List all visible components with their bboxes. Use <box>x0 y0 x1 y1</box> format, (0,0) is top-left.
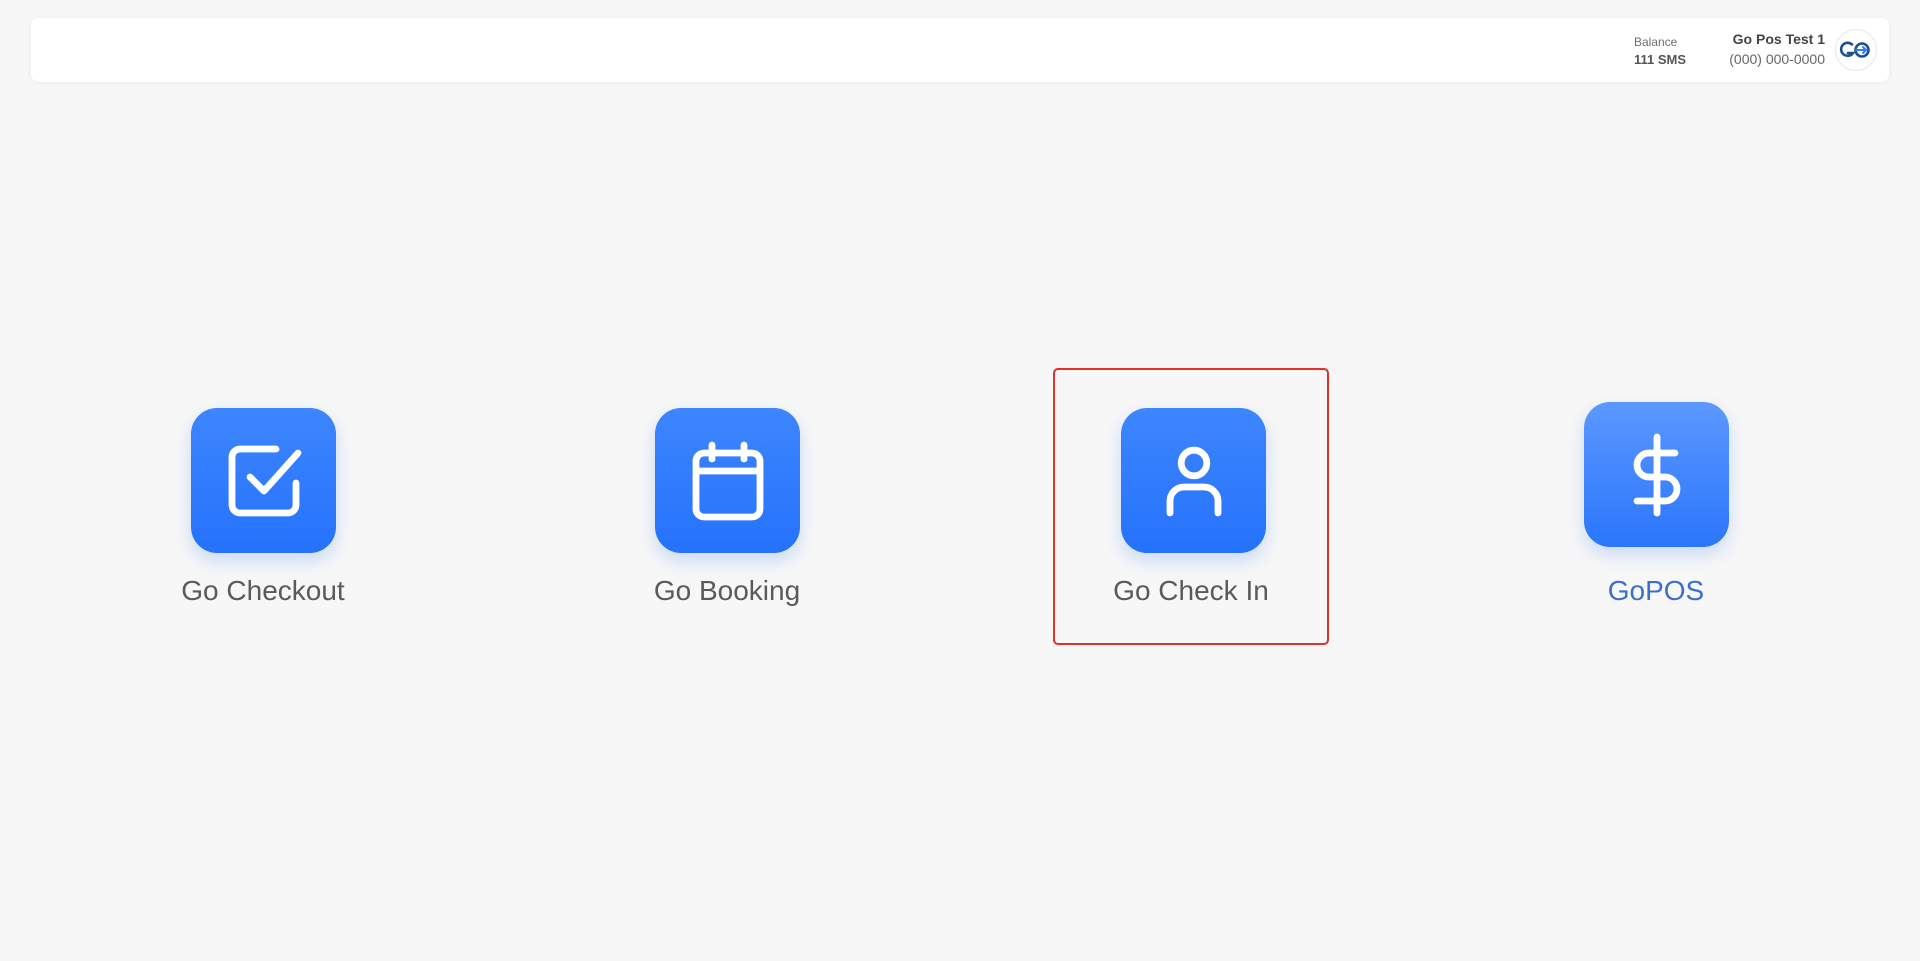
go-logo-icon <box>1839 41 1870 58</box>
gopos-icon-button[interactable] <box>1584 402 1729 547</box>
sms-balance: Balance 111 SMS <box>1634 33 1686 69</box>
go-booking-tile[interactable]: Go Booking <box>587 372 867 652</box>
go-checkout-label[interactable]: Go Checkout <box>123 575 403 607</box>
go-check-in-label[interactable]: Go Check In <box>1055 575 1327 607</box>
user-icon <box>1166 446 1221 516</box>
gopos-tile[interactable]: GoPOS <box>1516 372 1796 652</box>
go-check-in-tile[interactable]: Go Check In <box>1053 368 1329 645</box>
avatar[interactable] <box>1835 29 1877 71</box>
go-check-in-icon-button[interactable] <box>1121 408 1266 553</box>
balance-label: Balance <box>1633 35 1678 49</box>
gopos-label[interactable]: GoPOS <box>1516 575 1796 607</box>
calendar-icon <box>692 441 763 520</box>
go-checkout-icon-button[interactable] <box>191 408 336 553</box>
account-info[interactable]: Go Pos Test 1 (000) 000-0000 <box>1729 29 1825 69</box>
go-booking-label[interactable]: Go Booking <box>587 575 867 607</box>
go-checkout-tile[interactable]: Go Checkout <box>123 372 403 652</box>
balance-value: 111 SMS <box>1633 52 1686 67</box>
checkbox-icon <box>228 445 301 516</box>
go-booking-icon-button[interactable] <box>655 408 800 553</box>
account-name: Go Pos Test 1 <box>1732 31 1825 47</box>
dollar-icon <box>1633 433 1680 516</box>
account-phone: (000) 000-0000 <box>1729 51 1825 67</box>
top-bar: Balance 111 SMS Go Pos Test 1 (000) 000-… <box>31 18 1889 82</box>
